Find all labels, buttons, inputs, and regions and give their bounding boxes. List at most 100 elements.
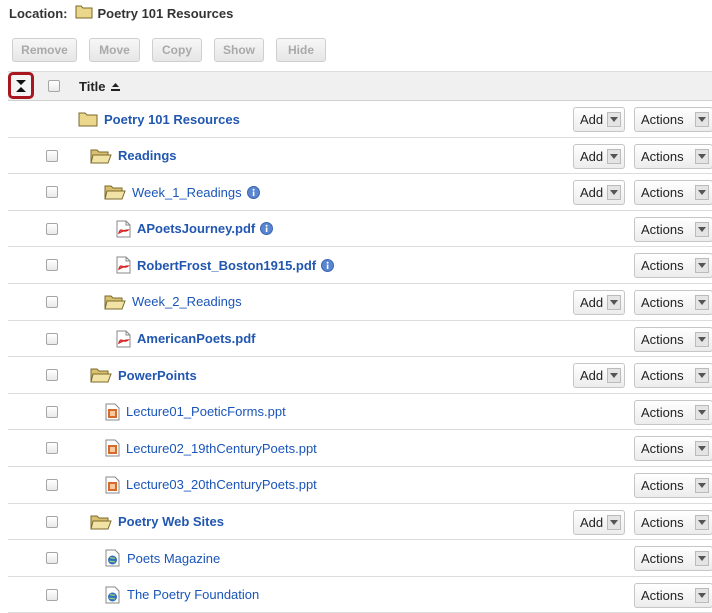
table-row: RobertFrost_Boston1915.pdf Actions bbox=[8, 247, 712, 284]
resource-link[interactable]: AmericanPoets.pdf bbox=[137, 331, 255, 346]
folder-open-icon bbox=[90, 367, 112, 383]
resource-item: The Poetry Foundation bbox=[105, 577, 259, 613]
sort-ascending-icon[interactable] bbox=[111, 81, 120, 96]
actions-dropdown[interactable]: Actions bbox=[634, 289, 712, 315]
resource-link[interactable]: The Poetry Foundation bbox=[127, 587, 259, 602]
resource-link[interactable]: Readings bbox=[118, 148, 177, 163]
actions-dropdown[interactable]: Actions bbox=[634, 546, 712, 572]
resource-link[interactable]: Week_1_Readings bbox=[132, 185, 242, 200]
add-dropdown[interactable]: Add bbox=[573, 363, 625, 389]
resource-item: Lecture03_20thCenturyPoets.ppt bbox=[105, 467, 317, 503]
chevron-down-icon bbox=[695, 368, 709, 384]
resources-table: Title Poetry 101 Resources Add Actions Read… bbox=[8, 71, 712, 613]
info-icon[interactable] bbox=[321, 258, 335, 272]
web-link-icon bbox=[105, 549, 121, 567]
actions-dropdown[interactable]: Actions bbox=[634, 363, 712, 389]
actions-dropdown[interactable]: Actions bbox=[634, 216, 712, 242]
location-label: Location: bbox=[9, 5, 68, 21]
info-icon[interactable] bbox=[260, 222, 274, 236]
actions-dropdown-label: Actions bbox=[641, 404, 684, 420]
resource-item: Lecture02_19thCenturyPoets.ppt bbox=[105, 430, 317, 466]
row-checkbox[interactable] bbox=[46, 222, 58, 235]
action-toolbar: Remove Move Copy Show Hide bbox=[12, 38, 338, 62]
row-checkbox[interactable] bbox=[46, 149, 58, 162]
select-all-checkbox[interactable] bbox=[48, 80, 60, 92]
resource-link[interactable]: Poetry Web Sites bbox=[118, 514, 224, 529]
table-row: Poetry 101 Resources Add Actions bbox=[8, 101, 712, 138]
actions-dropdown[interactable]: Actions bbox=[634, 509, 712, 535]
chevron-down-icon bbox=[695, 148, 709, 164]
row-checkbox[interactable] bbox=[46, 405, 58, 418]
row-checkbox[interactable] bbox=[46, 259, 58, 272]
actions-dropdown-label: Actions bbox=[641, 221, 684, 237]
actions-dropdown[interactable]: Actions bbox=[634, 472, 712, 498]
resource-item: AmericanPoets.pdf bbox=[116, 321, 255, 357]
folder-open-icon bbox=[104, 294, 126, 310]
folder-closed-icon bbox=[75, 4, 93, 22]
move-button[interactable]: Move bbox=[89, 38, 140, 62]
actions-dropdown[interactable]: Actions bbox=[634, 180, 712, 206]
title-column-header[interactable]: Title bbox=[79, 79, 106, 94]
row-checkbox[interactable] bbox=[46, 588, 58, 601]
actions-dropdown[interactable]: Actions bbox=[634, 326, 712, 352]
collapse-all-icon[interactable] bbox=[8, 72, 34, 99]
remove-button[interactable]: Remove bbox=[12, 38, 77, 62]
actions-dropdown-label: Actions bbox=[641, 441, 684, 457]
row-checkbox[interactable] bbox=[46, 442, 58, 455]
actions-dropdown[interactable]: Actions bbox=[634, 399, 712, 425]
resource-link[interactable]: Poetry 101 Resources bbox=[104, 112, 240, 127]
show-button[interactable]: Show bbox=[214, 38, 264, 62]
actions-dropdown[interactable]: Actions bbox=[634, 253, 712, 279]
actions-dropdown[interactable]: Actions bbox=[634, 107, 712, 132]
info-icon[interactable] bbox=[246, 185, 260, 199]
actions-dropdown[interactable]: Actions bbox=[634, 143, 712, 169]
table-row: PowerPoints Add Actions bbox=[8, 357, 712, 394]
actions-dropdown-label: Actions bbox=[641, 112, 684, 127]
row-checkbox[interactable] bbox=[46, 186, 58, 199]
chevron-down-icon bbox=[607, 148, 621, 164]
pdf-icon bbox=[116, 220, 131, 238]
add-dropdown[interactable]: Add bbox=[573, 107, 625, 132]
table-row: Poets Magazine Actions bbox=[8, 540, 712, 577]
row-checkbox[interactable] bbox=[46, 295, 58, 308]
location-breadcrumb: Location: Poetry 101 Resources bbox=[9, 4, 233, 22]
add-dropdown[interactable]: Add bbox=[573, 180, 625, 206]
resource-link[interactable]: Lecture02_19thCenturyPoets.ppt bbox=[126, 441, 317, 456]
add-dropdown[interactable]: Add bbox=[573, 509, 625, 535]
resource-link[interactable]: Lecture01_PoeticForms.ppt bbox=[126, 404, 286, 419]
row-checkbox[interactable] bbox=[46, 552, 58, 565]
row-checkbox[interactable] bbox=[46, 515, 58, 528]
actions-dropdown-label: Actions bbox=[641, 514, 684, 530]
copy-button[interactable]: Copy bbox=[152, 38, 202, 62]
resource-link[interactable]: Poets Magazine bbox=[127, 551, 220, 566]
table-row: Readings Add Actions bbox=[8, 138, 712, 175]
resource-item: Poets Magazine bbox=[105, 540, 220, 576]
resource-item: Poetry Web Sites bbox=[90, 504, 224, 540]
actions-dropdown-label: Actions bbox=[641, 294, 684, 310]
row-checkbox[interactable] bbox=[46, 332, 58, 345]
add-dropdown[interactable]: Add bbox=[573, 289, 625, 315]
hide-button[interactable]: Hide bbox=[276, 38, 326, 62]
pdf-icon bbox=[116, 256, 131, 274]
actions-dropdown[interactable]: Actions bbox=[634, 436, 712, 462]
resource-item: Lecture01_PoeticForms.ppt bbox=[105, 394, 286, 430]
resource-link[interactable]: Lecture03_20thCenturyPoets.ppt bbox=[126, 477, 317, 492]
resource-item: Week_1_Readings bbox=[104, 174, 260, 210]
table-row: AmericanPoets.pdf Actions bbox=[8, 321, 712, 358]
resource-link[interactable]: APoetsJourney.pdf bbox=[137, 221, 255, 236]
chevron-down-icon bbox=[695, 551, 709, 567]
table-row: Lecture02_19thCenturyPoets.ppt Actions bbox=[8, 430, 712, 467]
add-dropdown[interactable]: Add bbox=[573, 143, 625, 169]
table-row: APoetsJourney.pdf Actions bbox=[8, 211, 712, 248]
chevron-down-icon bbox=[607, 368, 621, 384]
resource-link[interactable]: PowerPoints bbox=[118, 368, 197, 383]
row-checkbox[interactable] bbox=[46, 478, 58, 491]
resource-link[interactable]: RobertFrost_Boston1915.pdf bbox=[137, 258, 316, 273]
resource-item: RobertFrost_Boston1915.pdf bbox=[116, 247, 335, 283]
row-checkbox[interactable] bbox=[46, 369, 58, 382]
resource-link[interactable]: Week_2_Readings bbox=[132, 294, 242, 309]
actions-dropdown[interactable]: Actions bbox=[634, 582, 712, 608]
folder-open-icon bbox=[90, 148, 112, 164]
chevron-down-icon bbox=[695, 221, 709, 237]
actions-dropdown-label: Actions bbox=[641, 477, 684, 493]
